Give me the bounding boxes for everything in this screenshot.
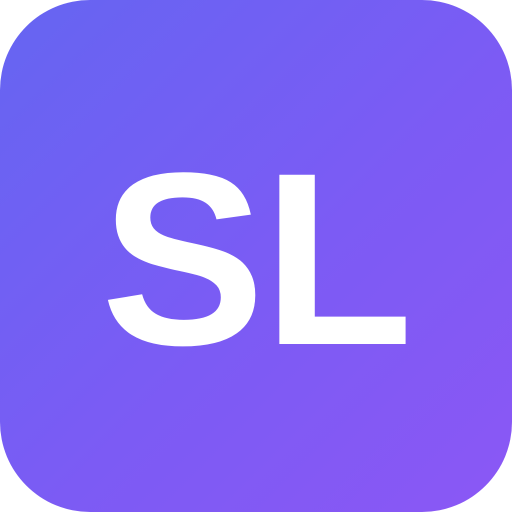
monogram-text: SL — [100, 122, 413, 397]
app-icon: SL — [0, 0, 512, 512]
